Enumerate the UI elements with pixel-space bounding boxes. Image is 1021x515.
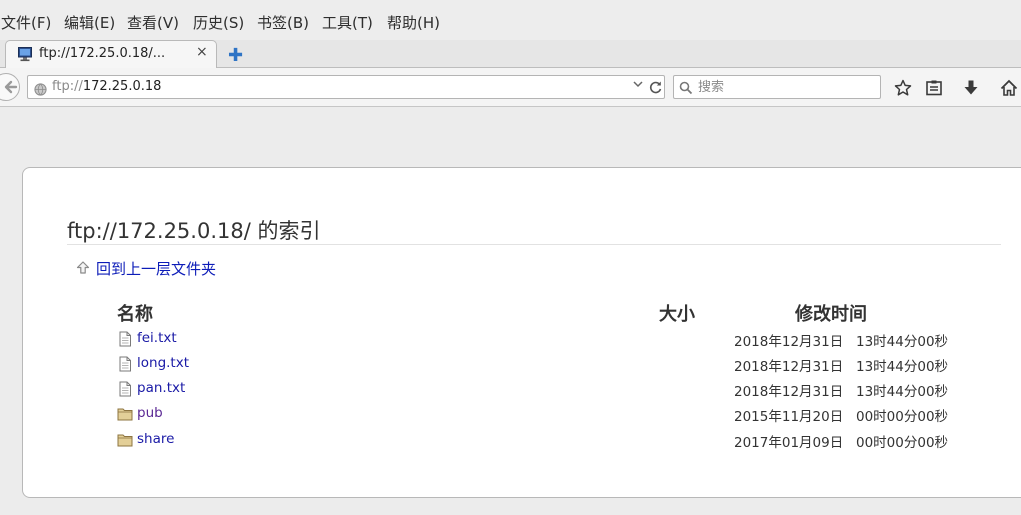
- directory-listing-panel: ftp://172.25.0.18/ 的索引 回到上一层文件夹 名称 大小 修改…: [22, 167, 1021, 498]
- tab-strip: ftp://172.25.0.18/... ×: [0, 40, 1021, 68]
- navigation-toolbar: ftp://172.25.0.18: [0, 68, 1021, 107]
- bookmark-star-icon[interactable]: [894, 79, 912, 97]
- folder-icon: [117, 406, 133, 422]
- folder-icon: [117, 432, 133, 448]
- menu-bookmarks[interactable]: 书签(B): [257, 12, 309, 33]
- download-icon[interactable]: [962, 79, 980, 97]
- folder-link[interactable]: pub: [137, 405, 163, 421]
- menu-file[interactable]: 文件(F): [1, 12, 51, 33]
- menu-view[interactable]: 查看(V): [127, 12, 179, 33]
- menu-bar: 文件(F) 编辑(E) 查看(V) 历史(S) 书签(B) 工具(T) 帮助(H…: [0, 0, 1021, 40]
- file-icon: [117, 381, 133, 397]
- file-link[interactable]: pan.txt: [137, 380, 185, 396]
- search-input[interactable]: [698, 77, 873, 97]
- url-protocol: ftp://: [52, 79, 83, 94]
- tab-title: ftp://172.25.0.18/...: [39, 46, 166, 61]
- home-icon[interactable]: [1000, 79, 1018, 97]
- search-bar[interactable]: [673, 75, 881, 99]
- file-icon: [117, 356, 133, 372]
- computer-icon: [17, 46, 33, 62]
- menu-help[interactable]: 帮助(H): [387, 12, 440, 33]
- new-tab-icon[interactable]: ✚: [228, 45, 243, 66]
- file-row: pan.txt 2018年12月31日 13时44分00秒: [117, 380, 977, 404]
- file-time: 13时44分00秒: [856, 334, 949, 350]
- file-icon: [117, 331, 133, 347]
- up-arrow-icon: [75, 260, 91, 276]
- file-date: 2018年12月31日: [734, 334, 844, 350]
- folder-link[interactable]: share: [137, 431, 174, 447]
- page-title: ftp://172.25.0.18/ 的索引: [67, 219, 321, 243]
- column-header-name[interactable]: 名称: [117, 300, 153, 326]
- reader-icon[interactable]: [925, 79, 943, 97]
- menu-edit[interactable]: 编辑(E): [64, 12, 115, 33]
- file-link[interactable]: fei.txt: [137, 330, 177, 346]
- folder-row: share 2017年01月09日 00时00分00秒: [117, 431, 977, 455]
- file-date: 2017年01月09日: [734, 435, 844, 451]
- reload-icon[interactable]: [648, 77, 663, 99]
- folder-row: pub 2015年11月20日 00时00分00秒: [117, 405, 977, 429]
- search-icon: [679, 80, 693, 95]
- file-date: 2018年12月31日: [734, 359, 844, 375]
- url-bar[interactable]: ftp://172.25.0.18: [27, 75, 665, 99]
- file-link[interactable]: long.txt: [137, 355, 189, 371]
- file-date: 2018年12月31日: [734, 384, 844, 400]
- file-time: 00时00分00秒: [856, 409, 949, 425]
- globe-icon: [34, 81, 47, 96]
- column-header-size[interactable]: 大小: [659, 300, 695, 326]
- url-host: 172.25.0.18: [82, 79, 162, 94]
- column-header-modified[interactable]: 修改时间: [795, 300, 867, 326]
- file-time: 13时44分00秒: [856, 359, 949, 375]
- dropdown-icon[interactable]: [632, 78, 644, 93]
- file-row: long.txt 2018年12月31日 13时44分00秒: [117, 355, 977, 379]
- back-icon: [4, 79, 18, 99]
- tab-ftp-index[interactable]: ftp://172.25.0.18/... ×: [5, 40, 217, 68]
- file-time: 00时00分00秒: [856, 435, 949, 451]
- tab-close-icon[interactable]: ×: [196, 44, 208, 60]
- parent-folder-label[interactable]: 回到上一层文件夹: [96, 258, 216, 279]
- file-row: fei.txt 2018年12月31日 13时44分00秒: [117, 330, 977, 354]
- title-divider: [67, 244, 1001, 245]
- url-text[interactable]: ftp://172.25.0.18: [52, 79, 161, 94]
- back-button[interactable]: [0, 73, 20, 101]
- file-time: 13时44分00秒: [856, 384, 949, 400]
- menu-tools[interactable]: 工具(T): [322, 12, 373, 33]
- file-date: 2015年11月20日: [734, 409, 844, 425]
- menu-history[interactable]: 历史(S): [193, 12, 244, 33]
